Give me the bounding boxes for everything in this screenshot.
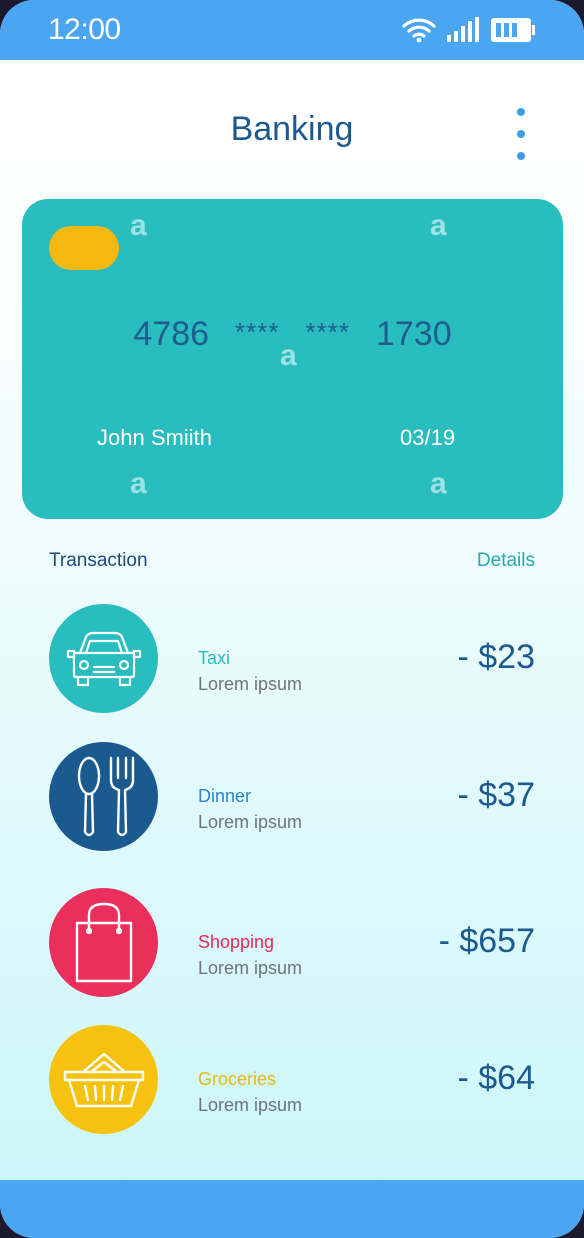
car-icon	[49, 604, 158, 713]
shopping-bag-icon	[49, 888, 158, 997]
phone-screen: 12:00 Banking a a a a a 4786 **** **** 1…	[0, 0, 584, 1238]
transaction-name: Taxi	[198, 648, 231, 668]
more-options-button[interactable]	[505, 104, 537, 164]
transaction-amount: - $657	[438, 922, 535, 960]
watermark-icon: a	[130, 467, 147, 500]
card-number: 4786 **** **** 1730	[22, 315, 563, 354]
page-title: Banking	[230, 110, 354, 148]
transaction-subtitle: Lorem ipsum	[198, 1095, 303, 1115]
watermark-icon: a	[430, 467, 447, 500]
bank-card[interactable]: a a a a a 4786 **** **** 1730 John Smiit…	[22, 199, 563, 519]
wifi-icon	[402, 18, 436, 43]
battery-icon	[491, 18, 535, 42]
watermark-icon: a	[430, 209, 447, 242]
more-dot-icon	[517, 130, 525, 138]
status-bar: 12:00	[0, 0, 584, 60]
cutlery-icon	[49, 742, 158, 851]
transaction-item[interactable]: Shopping Lorem ipsum - $657	[49, 888, 539, 998]
card-number-group: ****	[235, 317, 280, 347]
section-title: Transaction	[49, 550, 148, 571]
transaction-name: Shopping	[198, 932, 275, 952]
more-dot-icon	[517, 152, 525, 160]
card-number-group: ****	[305, 317, 350, 347]
card-expiry: 03/19	[400, 425, 456, 450]
card-number-group: 4786	[133, 315, 210, 353]
more-dot-icon	[517, 108, 525, 116]
transactions-header: Transaction Details	[49, 550, 535, 572]
transaction-subtitle: Lorem ipsum	[198, 812, 303, 832]
transaction-amount: - $23	[457, 638, 536, 676]
transaction-name: Groceries	[198, 1069, 277, 1089]
transaction-subtitle: Lorem ipsum	[198, 958, 303, 978]
basket-icon	[49, 1025, 158, 1134]
signal-icon	[447, 17, 479, 42]
card-chip	[49, 226, 119, 270]
transaction-name: Dinner	[198, 786, 252, 806]
watermark-icon: a	[130, 209, 147, 242]
transaction-amount: - $64	[457, 1059, 536, 1097]
card-holder-name: John Smiith	[97, 425, 212, 450]
status-icons	[402, 17, 536, 43]
transaction-item[interactable]: Groceries Lorem ipsum - $64	[49, 1025, 539, 1135]
details-link[interactable]: Details	[477, 550, 535, 572]
transaction-item[interactable]: Taxi Lorem ipsum - $23	[49, 604, 539, 714]
card-number-group: 1730	[375, 315, 452, 353]
bottom-nav-bar	[0, 1180, 584, 1238]
transaction-subtitle: Lorem ipsum	[198, 674, 303, 694]
transaction-amount: - $37	[457, 776, 536, 814]
app-header: Banking	[0, 60, 584, 200]
transaction-item[interactable]: Dinner Lorem ipsum - $37	[49, 742, 539, 852]
status-time: 12:00	[48, 13, 121, 46]
